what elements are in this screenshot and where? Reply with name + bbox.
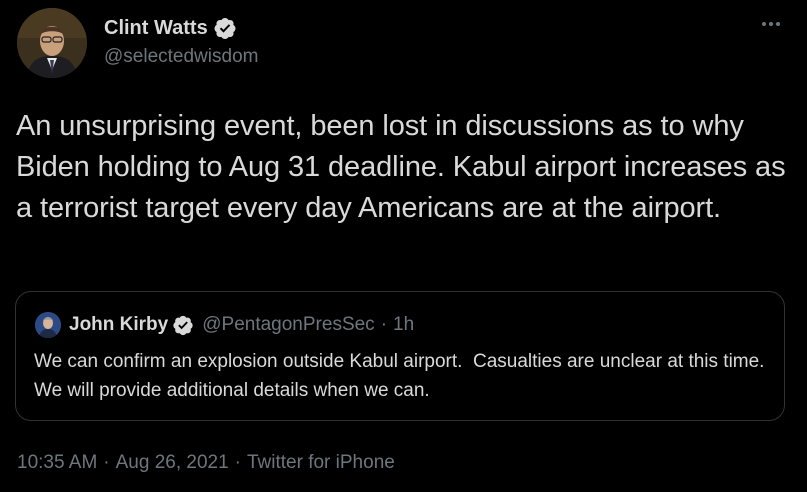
- tweet-text: An unsurprising event, been lost in disc…: [16, 110, 786, 224]
- avatar-photo-icon: [17, 8, 87, 78]
- tweet-time[interactable]: 10:35 AM: [17, 452, 97, 474]
- quoted-author-handle: @PentagonPresSec: [202, 314, 375, 335]
- verified-badge-icon: [213, 16, 237, 40]
- tweet-card: Clint Watts @selectedwisdom An unsurpris…: [0, 0, 807, 492]
- quoted-author-display-name: John Kirby: [69, 314, 169, 335]
- quoted-avatar-photo-icon: [35, 312, 61, 338]
- metadata-separator: ·: [103, 452, 110, 473]
- author-handle[interactable]: @selectedwisdom: [104, 45, 258, 69]
- author-avatar[interactable]: [17, 8, 87, 78]
- quoted-tweet-header: John Kirby @PentagonPresSec · 1h: [69, 312, 414, 338]
- quoted-tweet-text: We can confirm an explosion outside Kabu…: [34, 351, 776, 401]
- display-name-row: Clint Watts: [104, 15, 258, 41]
- quoted-tweet[interactable]: John Kirby @PentagonPresSec · 1h We can …: [15, 291, 785, 421]
- author-info: Clint Watts @selectedwisdom: [104, 15, 258, 69]
- tweet-source[interactable]: Twitter for iPhone: [247, 452, 395, 474]
- author-display-name[interactable]: Clint Watts: [104, 15, 208, 41]
- tweet-metadata: 10:35 AM · Aug 26, 2021 · Twitter for iP…: [17, 452, 395, 474]
- more-options-icon[interactable]: [757, 14, 785, 34]
- quoted-verified-badge-icon: [172, 314, 194, 336]
- quoted-tweet-time[interactable]: 1h: [393, 314, 414, 336]
- quoted-author-avatar: [35, 312, 61, 338]
- quoted-header-separator: ·: [380, 314, 388, 335]
- metadata-separator: ·: [234, 452, 241, 473]
- tweet-date[interactable]: Aug 26, 2021: [116, 452, 229, 474]
